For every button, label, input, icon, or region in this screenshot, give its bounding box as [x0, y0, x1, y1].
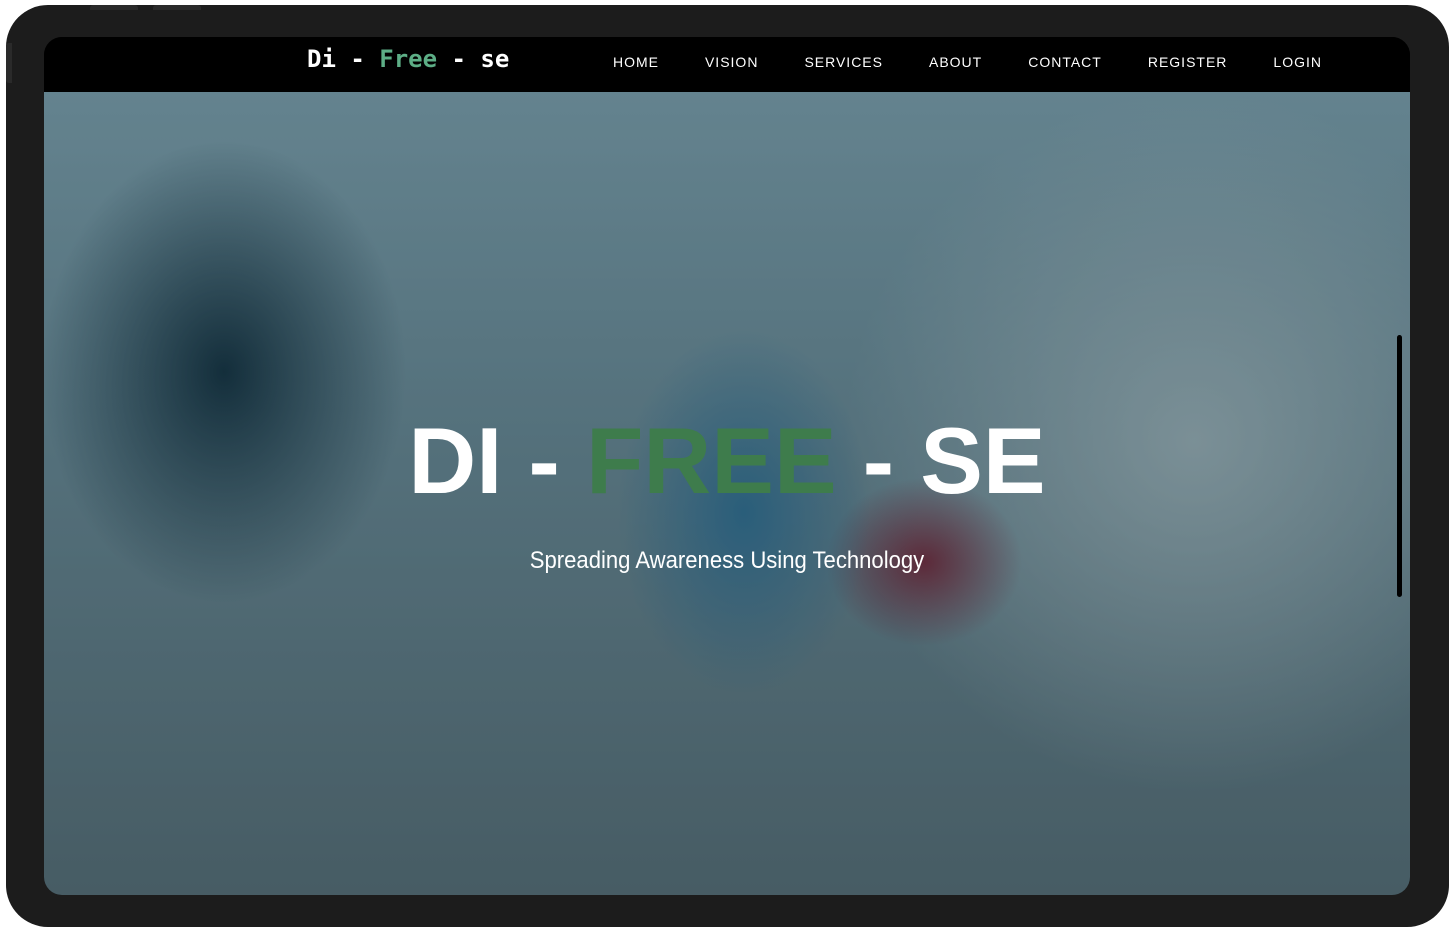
logo-link[interactable]: Di - Free - se [307, 45, 509, 73]
nav-register[interactable]: REGISTER [1148, 54, 1228, 70]
screen: Di - Free - se HOME VISION SERVICES ABOU… [44, 37, 1410, 895]
nav-vision[interactable]: VISION [705, 54, 758, 70]
scrollbar[interactable] [1397, 335, 1402, 597]
hero-title-part: DI - [408, 408, 586, 513]
device-button [90, 5, 138, 10]
nav-menu: HOME VISION SERVICES ABOUT CONTACT REGIS… [613, 54, 1322, 70]
hero-subtitle: Spreading Awareness Using Technology [529, 547, 925, 574]
logo-text-accent: Free [379, 45, 438, 73]
device-button [153, 5, 201, 10]
hero-title-accent: FREE [585, 408, 837, 513]
nav-login[interactable]: LOGIN [1273, 54, 1322, 70]
hero-title: DI - FREE - SE [44, 407, 1410, 515]
hero-title-part: - SE [836, 408, 1046, 513]
logo-text: - se [437, 45, 510, 73]
nav-about[interactable]: ABOUT [929, 54, 982, 70]
nav-home[interactable]: HOME [613, 54, 659, 70]
navbar: Di - Free - se HOME VISION SERVICES ABOU… [44, 37, 1410, 92]
logo-text: Di - [307, 45, 380, 73]
device-side-button [6, 43, 12, 83]
nav-contact[interactable]: CONTACT [1028, 54, 1102, 70]
hero-section: DI - FREE - SE Spreading Awareness Using… [44, 92, 1410, 895]
nav-services[interactable]: SERVICES [804, 54, 883, 70]
